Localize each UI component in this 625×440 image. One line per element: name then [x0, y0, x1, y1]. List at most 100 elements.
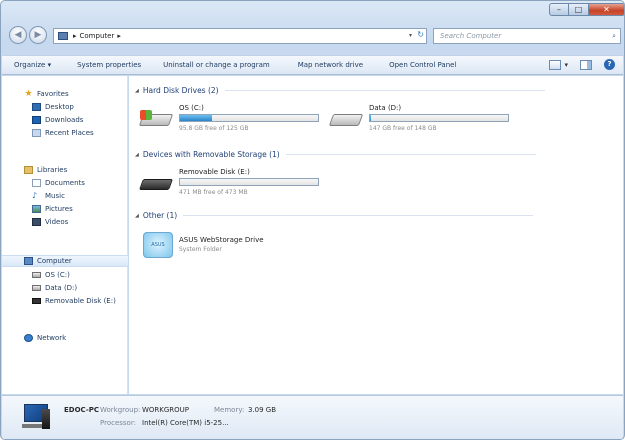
help-icon[interactable]: ? [604, 59, 615, 70]
computer-icon [24, 257, 33, 265]
group-title: Devices with Removable Storage (1) [142, 150, 280, 159]
preview-pane-icon[interactable] [580, 59, 592, 70]
nav-libraries[interactable]: Libraries [2, 164, 128, 176]
window-controls: – □ ✕ [549, 3, 624, 16]
nav-network[interactable]: Network [2, 332, 128, 344]
map-network-drive-button[interactable]: Map network drive [298, 61, 363, 69]
workgroup-value: WORKGROUP [142, 406, 190, 414]
nav-label: Favorites [37, 90, 69, 98]
views-dropdown-icon[interactable]: ▾ [564, 61, 568, 69]
nav-computer[interactable]: Computer [2, 255, 128, 267]
details-pane: EDOC-PC Workgroup: WORKGROUP Memory: 3.0… [2, 395, 623, 439]
back-button[interactable]: ◀ [9, 26, 27, 44]
change-view-icon[interactable] [549, 59, 562, 70]
computer-icon [58, 32, 68, 40]
search-placeholder: Search Computer [440, 32, 502, 40]
nav-music[interactable]: ♪ Music [2, 190, 128, 202]
nav-documents[interactable]: Documents [2, 177, 128, 189]
windows-logo-icon [140, 110, 152, 120]
explorer-window: – □ ✕ ◀ ▶ ▸ Computer ▸ ▾ ↻ Search Comput… [0, 0, 625, 440]
address-dropdown-icon[interactable]: ▾ [409, 32, 412, 39]
removable-drive-icon [32, 298, 41, 304]
group-header-other[interactable]: ◢ Other (1) [135, 211, 534, 220]
asus-logo-text: ASUS [151, 242, 165, 248]
drive-free-space: 95.8 GB free of 125 GB [179, 125, 249, 132]
search-icon[interactable]: ⌕ [612, 29, 616, 43]
asus-webstorage-item[interactable]: ASUS ASUS WebStorage Drive System Folder [143, 232, 343, 264]
uninstall-program-button[interactable]: Uninstall or change a program [163, 61, 270, 69]
breadcrumb-computer[interactable]: Computer [80, 32, 115, 40]
nav-label: Data (D:) [45, 284, 78, 292]
pc-name: EDOC-PC [64, 406, 100, 414]
workgroup-label: Workgroup: [100, 406, 141, 414]
hard-drive-icon [138, 110, 174, 128]
open-control-panel-button[interactable]: Open Control Panel [389, 61, 456, 69]
nav-label: Pictures [45, 205, 73, 213]
processor-label: Processor: [100, 419, 136, 427]
memory-value: 3.09 GB [248, 406, 277, 414]
nav-label: Computer [37, 257, 72, 265]
nav-label: Music [45, 192, 65, 200]
breadcrumb-separator[interactable]: ▸ [73, 32, 77, 40]
collapse-icon[interactable]: ◢ [135, 88, 139, 94]
nav-os-c[interactable]: OS (C:) [2, 269, 128, 281]
nav-videos[interactable]: Videos [2, 216, 128, 228]
group-divider [224, 90, 545, 91]
drive-removable-e[interactable]: Removable Disk (E:) 471 MB free of 473 M… [138, 168, 339, 200]
maximize-button[interactable]: □ [569, 3, 589, 16]
nav-label: Desktop [45, 103, 74, 111]
refresh-icon[interactable]: ↻ [417, 30, 424, 39]
collapse-icon[interactable]: ◢ [135, 213, 139, 219]
nav-data-d[interactable]: Data (D:) [2, 282, 128, 294]
downloads-icon [32, 116, 41, 124]
videos-icon [32, 218, 41, 226]
drive-os-c[interactable]: OS (C:) 95.8 GB free of 125 GB [138, 104, 339, 136]
libraries-icon [24, 166, 33, 174]
drive-usage-bar [369, 114, 509, 122]
forward-button[interactable]: ▶ [29, 26, 47, 44]
group-divider [183, 215, 534, 216]
close-button[interactable]: ✕ [589, 3, 624, 16]
nav-removable-disk[interactable]: Removable Disk (E:) [2, 295, 128, 307]
nav-label: Libraries [37, 166, 68, 174]
drive-data-d[interactable]: Data (D:) 147 GB free of 148 GB [328, 104, 529, 136]
item-type: System Folder [179, 246, 222, 253]
nav-recent-places[interactable]: Recent Places [2, 127, 128, 139]
group-title: Other (1) [142, 211, 178, 220]
drive-name: ASUS WebStorage Drive [179, 236, 264, 244]
hard-drive-icon [328, 110, 364, 128]
forward-arrow-icon: ▶ [34, 30, 42, 40]
toolbar-right-controls: ▾ ? [549, 59, 615, 70]
organize-button[interactable]: Organize ▾ [14, 61, 51, 69]
minimize-button[interactable]: – [549, 3, 569, 16]
memory-label: Memory: [214, 406, 245, 414]
nav-desktop[interactable]: Desktop [2, 101, 128, 113]
nav-label: Network [37, 334, 67, 342]
nav-pictures[interactable]: Pictures [2, 203, 128, 215]
system-properties-button[interactable]: System properties [77, 61, 141, 69]
nav-label: Recent Places [45, 129, 94, 137]
nav-favorites[interactable]: ★ Favorites [2, 88, 128, 100]
nav-label: Removable Disk (E:) [45, 297, 116, 305]
content-area: ◢ Hard Disk Drives (2) OS (C:) 95.8 GB f… [129, 76, 623, 394]
drive-usage-fill [370, 115, 372, 121]
computer-icon [22, 403, 52, 431]
collapse-icon[interactable]: ◢ [135, 152, 139, 158]
command-bar: Organize ▾ System properties Uninstall o… [2, 55, 623, 75]
breadcrumb-separator[interactable]: ▸ [117, 32, 121, 40]
recent-places-icon [32, 129, 41, 137]
drive-free-space: 147 GB free of 148 GB [369, 125, 437, 132]
group-title: Hard Disk Drives (2) [142, 86, 219, 95]
drive-usage-bar [179, 178, 319, 186]
group-header-hard-disk[interactable]: ◢ Hard Disk Drives (2) [135, 86, 545, 95]
nav-label: Videos [45, 218, 69, 226]
hard-drive-icon [32, 272, 41, 278]
back-arrow-icon: ◀ [14, 30, 22, 40]
pictures-icon [32, 205, 41, 213]
nav-downloads[interactable]: Downloads [2, 114, 128, 126]
address-bar[interactable]: ▸ Computer ▸ ▾ ↻ [53, 28, 427, 44]
navigation-pane: ★ Favorites Desktop Downloads Recent Pla… [2, 76, 128, 394]
music-icon: ♪ [32, 191, 38, 200]
group-header-removable[interactable]: ◢ Devices with Removable Storage (1) [135, 150, 536, 159]
search-input[interactable]: Search Computer ⌕ [433, 28, 621, 44]
